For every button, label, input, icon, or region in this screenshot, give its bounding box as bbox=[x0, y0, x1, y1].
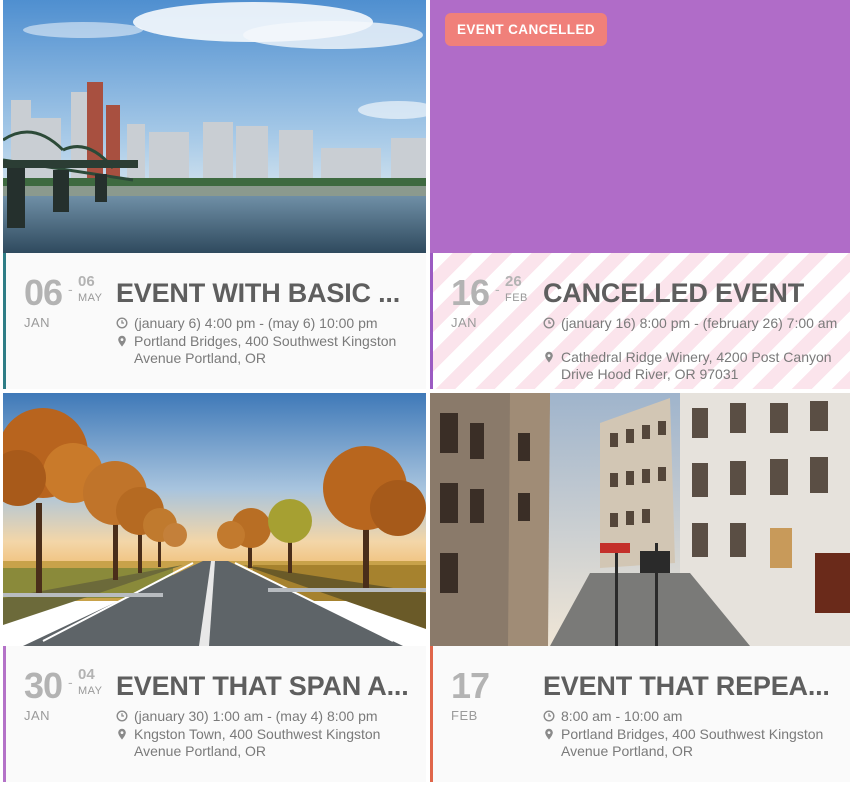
event-cancelled-badge: EVENT CANCELLED bbox=[445, 13, 608, 46]
event-location: Portland Bridges, 400 Southwest Kingston… bbox=[561, 726, 824, 759]
event-card[interactable]: EVENT CANCELLED 16 - 26 FEB JAN CANCELLE… bbox=[430, 0, 850, 389]
date-range-dash: - bbox=[495, 281, 500, 297]
event-date: 16 - 26 FEB JAN bbox=[451, 273, 546, 343]
event-time: (january 30) 1:00 am - (may 4) 8:00 pm bbox=[134, 708, 378, 724]
event-location-row: Portland Bridges, 400 Southwest Kingston… bbox=[543, 726, 843, 760]
date-range-dash: - bbox=[68, 674, 73, 690]
start-month: JAN bbox=[24, 315, 51, 330]
clock-icon bbox=[543, 317, 555, 329]
event-image-autumn-road[interactable] bbox=[3, 393, 426, 646]
start-day: 17 bbox=[451, 665, 490, 706]
end-month: FEB bbox=[505, 292, 528, 304]
event-location-row: Kngston Town, 400 Southwest Kingston Ave… bbox=[116, 726, 416, 760]
clock-icon bbox=[116, 317, 128, 329]
date-range-dash: - bbox=[68, 281, 73, 297]
map-pin-icon bbox=[118, 335, 126, 347]
event-image-city-street[interactable] bbox=[430, 393, 850, 646]
event-time-row: 8:00 am - 10:00 am bbox=[543, 708, 843, 725]
event-time: (january 6) 4:00 pm - (may 6) 10:00 pm bbox=[134, 315, 378, 331]
event-date: 06 - 06 MAY JAN bbox=[24, 273, 119, 343]
event-info-panel: 17 FEB EVENT THAT REPEA... 8:00 am - 10:… bbox=[430, 646, 850, 782]
event-card[interactable]: 06 - 06 MAY JAN EVENT WITH BASIC ... (ja… bbox=[3, 0, 426, 389]
start-day: 16 bbox=[451, 272, 490, 313]
event-title[interactable]: EVENT THAT SPAN A... bbox=[116, 670, 416, 702]
event-location: Kngston Town, 400 Southwest Kingston Ave… bbox=[134, 726, 381, 759]
event-location-row: Cathedral Ridge Winery, 4200 Post Canyon… bbox=[543, 349, 843, 383]
event-date: 17 FEB bbox=[451, 666, 546, 736]
event-time-row: (january 16) 8:00 pm - (february 26) 7:0… bbox=[543, 315, 843, 332]
clock-icon bbox=[543, 710, 555, 722]
event-time: (january 16) 8:00 pm - (february 26) 7:0… bbox=[561, 315, 838, 331]
end-day: 26 bbox=[505, 273, 522, 290]
start-month: JAN bbox=[24, 708, 51, 723]
event-card[interactable]: 30 - 04 MAY JAN EVENT THAT SPAN A... (ja… bbox=[3, 393, 426, 782]
event-time: 8:00 am - 10:00 am bbox=[561, 708, 683, 724]
event-time-row: (january 6) 4:00 pm - (may 6) 10:00 pm bbox=[116, 315, 416, 332]
map-pin-icon bbox=[545, 351, 553, 363]
event-location: Portland Bridges, 400 Southwest Kingston… bbox=[134, 333, 397, 366]
start-month: JAN bbox=[451, 315, 478, 330]
start-day: 30 bbox=[24, 665, 63, 706]
event-image-placeholder[interactable]: EVENT CANCELLED bbox=[430, 0, 850, 253]
end-day: 06 bbox=[78, 273, 95, 290]
end-day: 04 bbox=[78, 666, 95, 683]
event-title[interactable]: EVENT THAT REPEA... bbox=[543, 670, 843, 702]
map-pin-icon bbox=[118, 728, 126, 740]
map-pin-icon bbox=[545, 728, 553, 740]
event-time-row: (january 30) 1:00 am - (may 4) 8:00 pm bbox=[116, 708, 416, 725]
event-info-panel: 16 - 26 FEB JAN CANCELLED EVENT (january… bbox=[430, 253, 850, 389]
event-title[interactable]: CANCELLED EVENT bbox=[543, 277, 843, 309]
event-location: Cathedral Ridge Winery, 4200 Post Canyon… bbox=[561, 349, 832, 382]
start-month: FEB bbox=[451, 708, 478, 723]
event-date: 30 - 04 MAY JAN bbox=[24, 666, 119, 736]
event-location-row: Portland Bridges, 400 Southwest Kingston… bbox=[116, 333, 416, 367]
event-info-panel: 06 - 06 MAY JAN EVENT WITH BASIC ... (ja… bbox=[3, 253, 426, 389]
event-info-panel: 30 - 04 MAY JAN EVENT THAT SPAN A... (ja… bbox=[3, 646, 426, 782]
event-card[interactable]: 17 FEB EVENT THAT REPEA... 8:00 am - 10:… bbox=[430, 393, 850, 782]
end-month: MAY bbox=[78, 685, 103, 697]
clock-icon bbox=[116, 710, 128, 722]
event-title[interactable]: EVENT WITH BASIC ... bbox=[116, 277, 416, 309]
start-day: 06 bbox=[24, 272, 63, 313]
end-month: MAY bbox=[78, 292, 103, 304]
event-image-city-skyline[interactable] bbox=[3, 0, 426, 253]
